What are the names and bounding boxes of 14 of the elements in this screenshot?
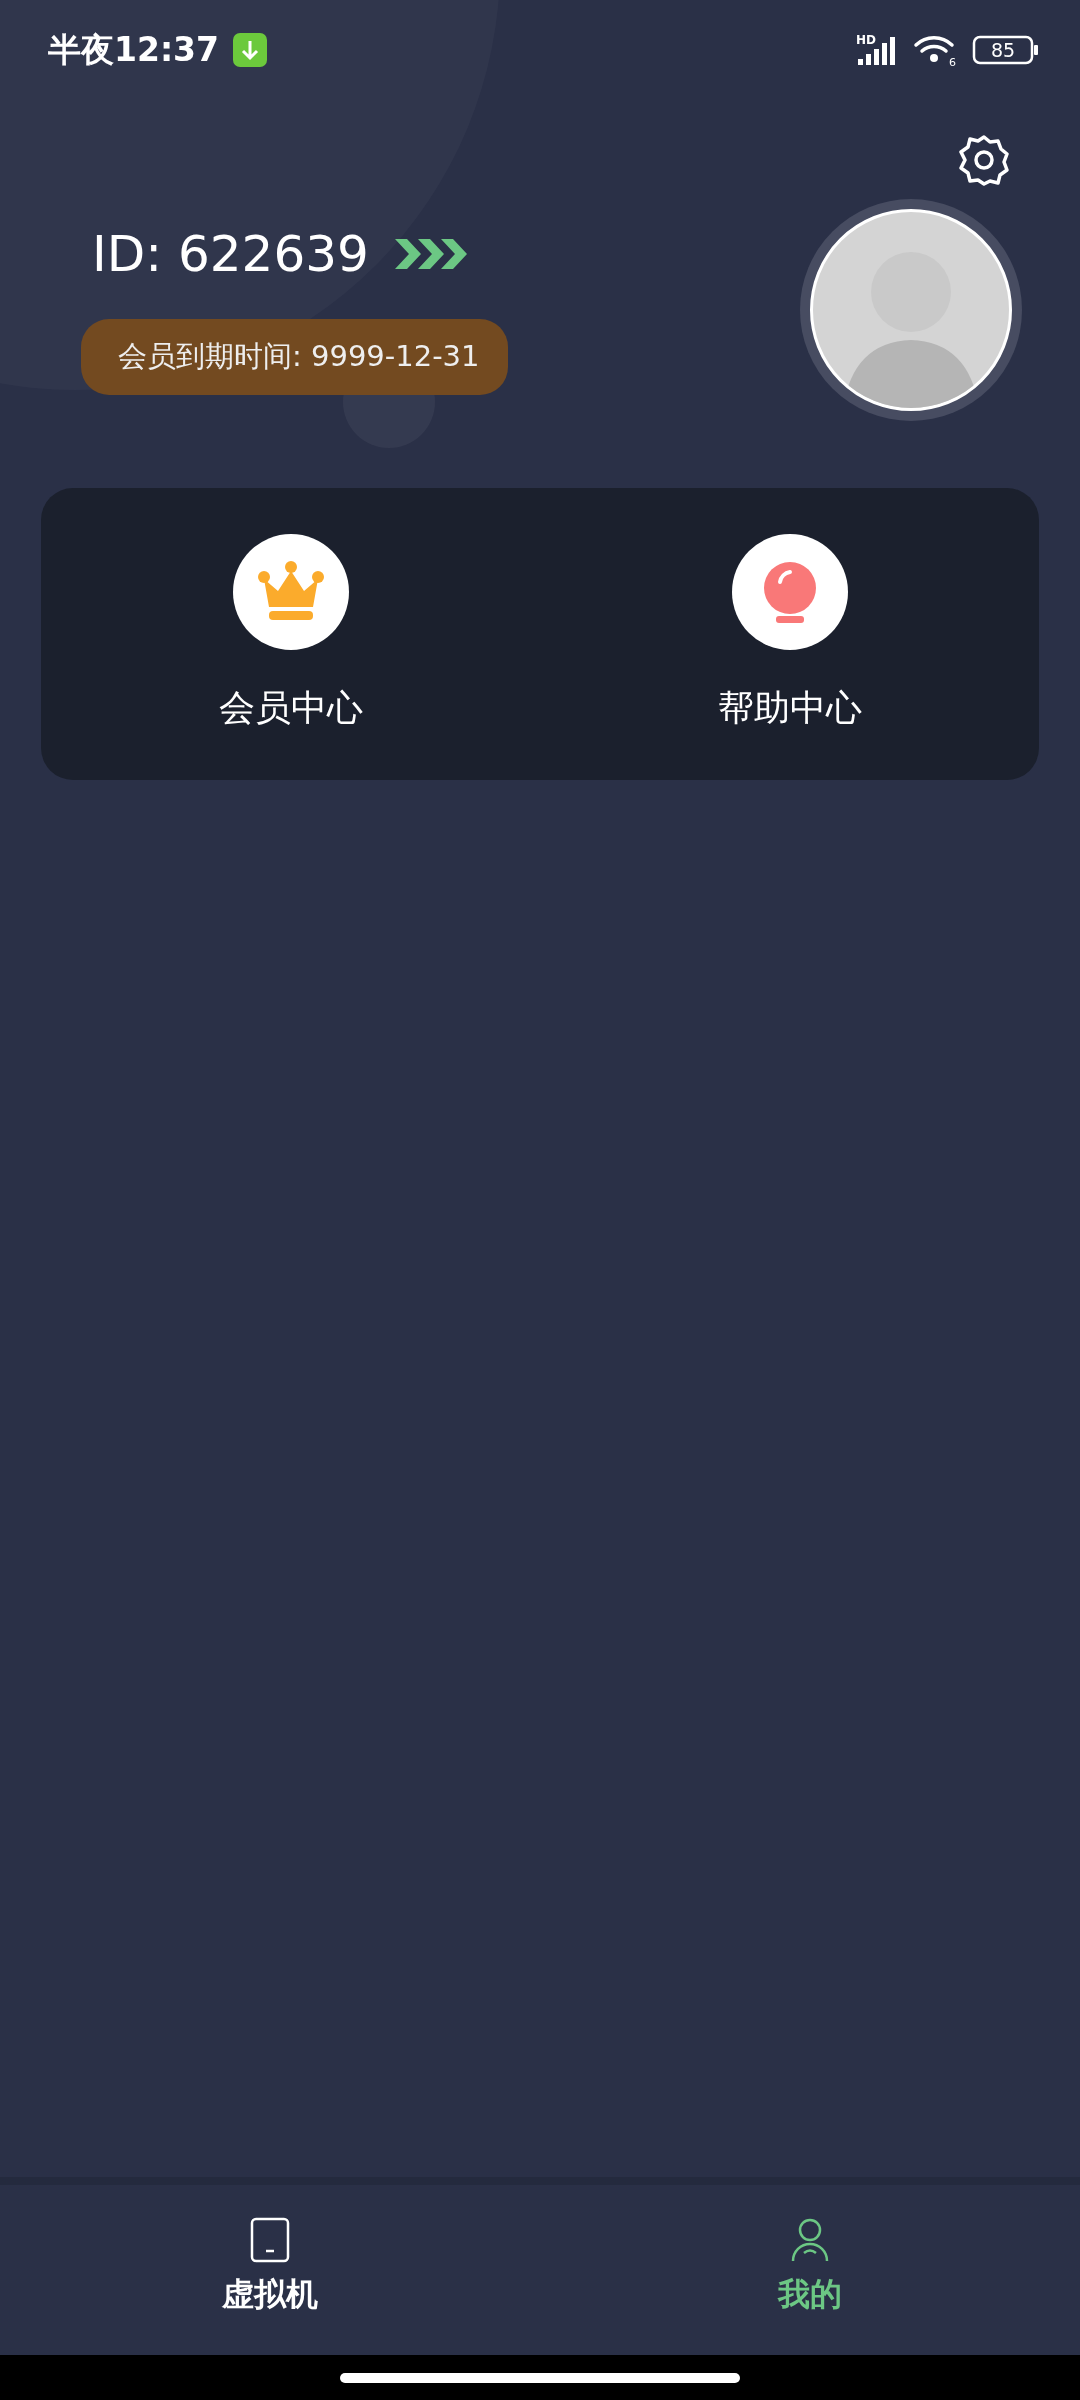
- home-indicator[interactable]: [340, 2372, 740, 2383]
- user-id: ID: 622639: [92, 225, 369, 283]
- membership-expiry-badge: 会员到期时间: 9999-12-31: [81, 319, 508, 395]
- status-time: 半夜12:37: [48, 28, 220, 71]
- chevrons-icon[interactable]: [394, 237, 469, 271]
- nav-tab[interactable]: 我的: [540, 2185, 1080, 2355]
- tablet-icon: [250, 2217, 290, 2263]
- download-icon: [233, 33, 268, 67]
- nav-tab[interactable]: 虚拟机: [0, 2185, 540, 2355]
- settings-icon[interactable]: [958, 134, 1010, 186]
- shortcut-button[interactable]: 帮助中心: [540, 488, 1039, 780]
- person-icon: [790, 2217, 830, 2263]
- shortcut-button[interactable]: 会员中心: [41, 488, 540, 780]
- crown-icon: [257, 561, 324, 623]
